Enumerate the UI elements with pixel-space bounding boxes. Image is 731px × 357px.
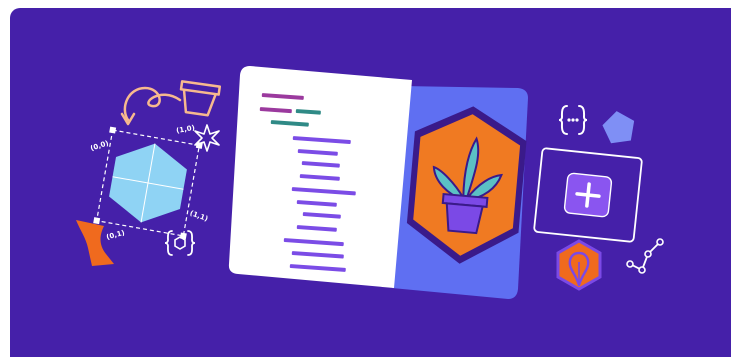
- plus-button-icon: [533, 147, 643, 243]
- braces-hexagon-icon: [164, 230, 196, 256]
- flower-pot-icon: [179, 80, 222, 117]
- curly-arrow-icon: [120, 86, 182, 126]
- hexagon-wireframe-icon: [93, 126, 203, 240]
- map-pin-hexagon-icon: [556, 239, 602, 291]
- hero-banner: (0,0) (1,0) (1,1) (0,1): [10, 8, 731, 357]
- coord-label-bottom-left: (0,1): [105, 229, 125, 242]
- pentagon-icon: [602, 111, 635, 144]
- json-braces-icon: [558, 105, 588, 135]
- coord-label-top-right: (1,0): [176, 124, 196, 135]
- ribbon-shape-icon: [76, 220, 114, 266]
- code-book: [228, 66, 528, 299]
- node-graph-icon: [626, 238, 664, 274]
- coord-label-bottom-right: (1,1): [189, 209, 209, 223]
- coord-label-top-left: (0,0): [89, 139, 109, 152]
